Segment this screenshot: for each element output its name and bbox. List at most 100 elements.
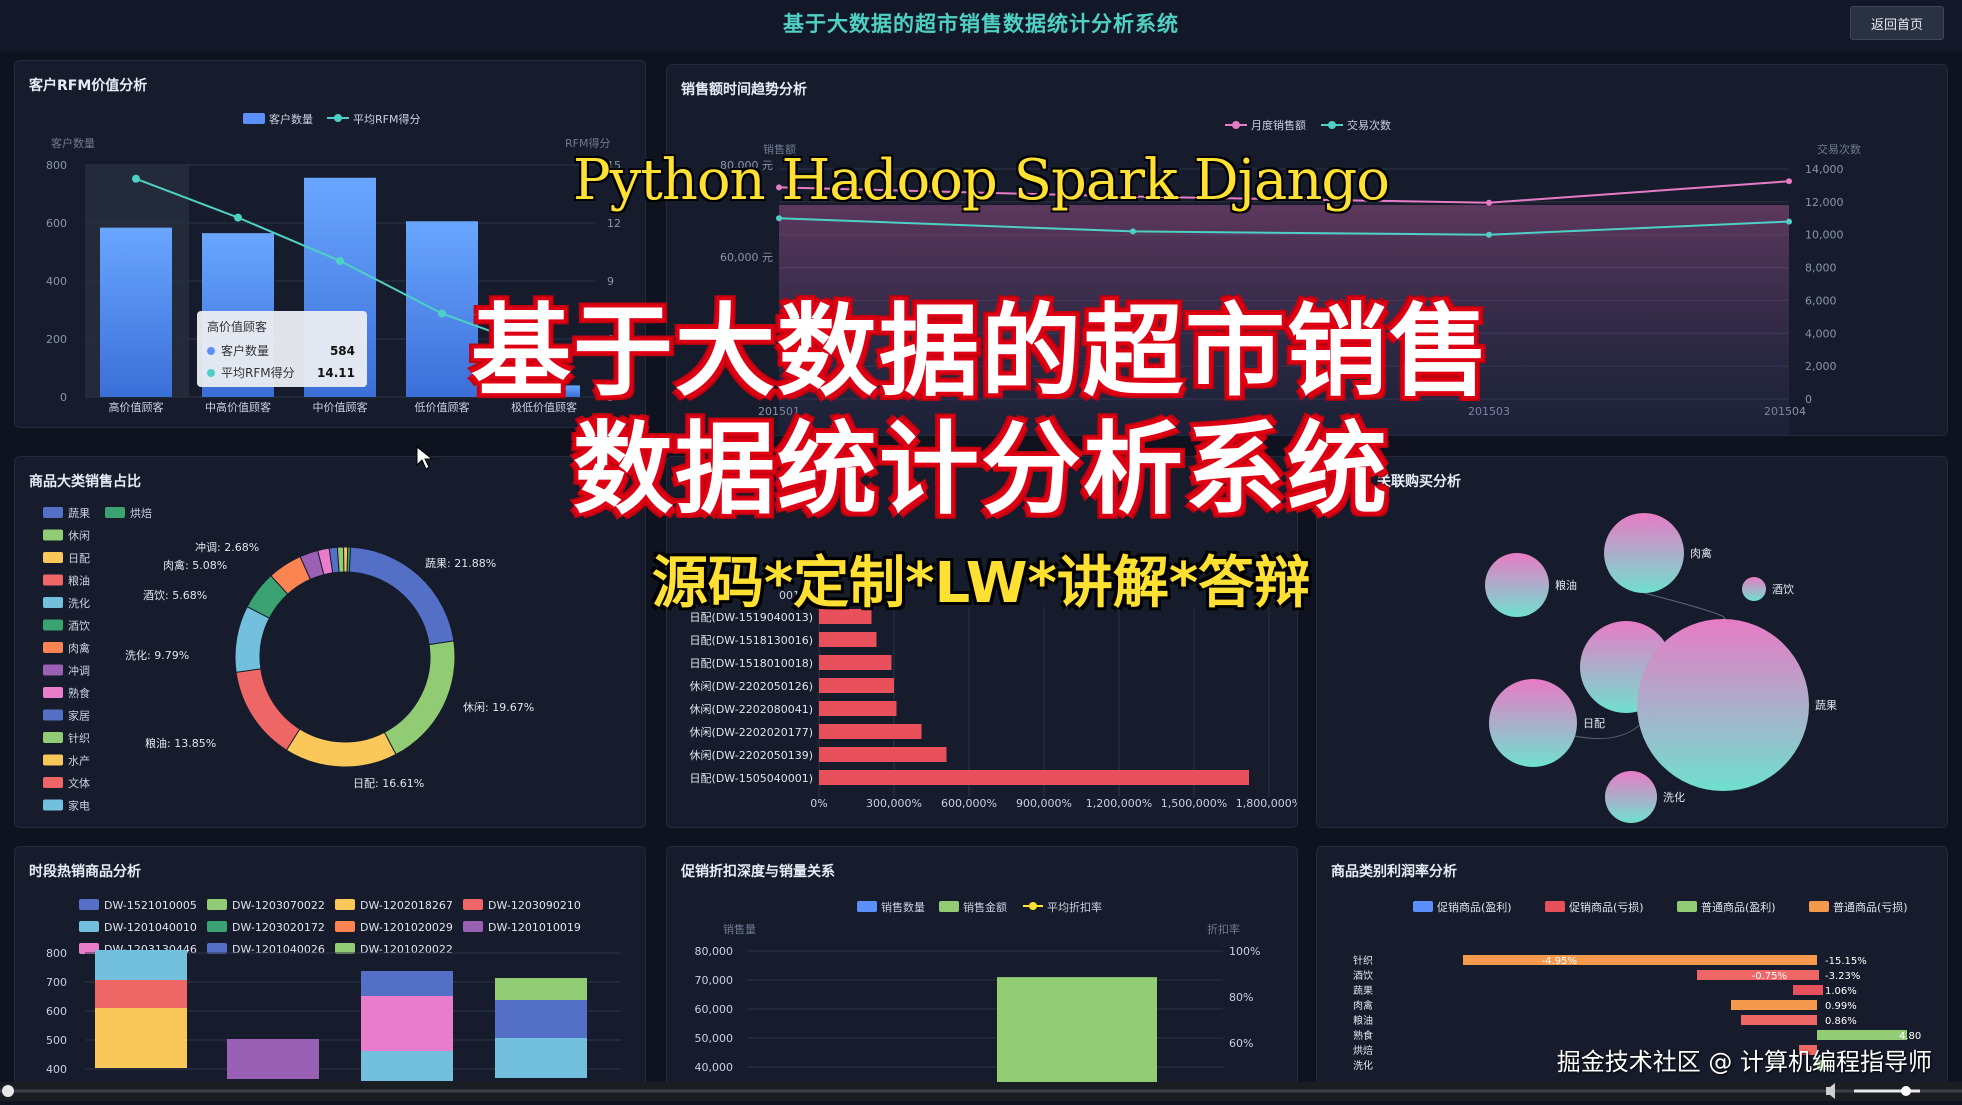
home-button[interactable]: 返回首页 [1850, 6, 1944, 40]
hot-bar-segment [495, 1000, 587, 1038]
bubble [1605, 771, 1657, 823]
transactions-point [776, 215, 782, 222]
product-label: 日配(DW-1518130016) [690, 634, 813, 647]
promo-axis-left-name: 销售量 [723, 922, 756, 936]
y-tick-left: 70,000 [695, 974, 734, 987]
transactions-point [1486, 231, 1492, 238]
profit-bar [1741, 1015, 1817, 1025]
legend-avg-discount[interactable]: 平均折扣率 [1047, 900, 1102, 914]
legend-swatch [207, 943, 227, 954]
hot-products-panel: 时段热销商品分析 DW-1521010005 DW-1203070022 DW-12… [14, 846, 646, 1086]
donut-label: 日配: 16.61% [353, 777, 424, 790]
legend-dot-rfm-score[interactable] [334, 114, 342, 122]
category-label: 洗化 [1353, 1059, 1373, 1072]
legend-sales-amount[interactable]: 销售金额 [963, 900, 1007, 914]
page-title: 基于大数据的超市销售数据统计分析系统 [783, 12, 1179, 36]
legend-label: 文体 [68, 776, 90, 790]
legend-label: DW-1203070022 [232, 899, 325, 912]
bubble-label: 洗化 [1663, 790, 1685, 804]
legend-swatch [335, 943, 355, 954]
promo-panel: 促销折扣深度与销量关系 销售数量 销售金额 平均折扣率 销售量 折扣率 80,0… [666, 846, 1298, 1086]
legend-label: 普通商品(盈利) [1701, 900, 1776, 914]
profit-value-label: 1.06% [1825, 986, 1857, 997]
video-controls [0, 1083, 1962, 1099]
legend-swatch [43, 777, 63, 788]
y-tick-left: 40,000 [695, 1061, 734, 1074]
hot-bar-segment [95, 980, 187, 1008]
watermark-text: 掘金技术社区 @ 计算机编程指导师 [1556, 1048, 1932, 1076]
hot-bar-segment [95, 1008, 187, 1068]
legend-label: DW-1201020029 [360, 921, 453, 934]
legend-customer-count[interactable]: 客户数量 [269, 112, 313, 126]
product-label: 日配(DW-1505040001) [690, 772, 813, 785]
legend-label: 针织 [68, 731, 90, 745]
y-tick-right: 100% [1229, 945, 1260, 958]
rfm-score-point [234, 213, 242, 222]
profit-value-label: -4.95% [1542, 956, 1577, 967]
overlay-tech-stack: Python Hadoop Spark Django [573, 148, 1390, 213]
legend-swatch-sales-amount[interactable] [939, 901, 959, 912]
volume-icon[interactable] [1826, 1083, 1835, 1099]
overlay-title-line2: 数据统计分析系统 [573, 411, 1389, 528]
hot-bar-segment [495, 978, 587, 1000]
legend-label: 水产 [68, 754, 90, 768]
legend-label: 肉禽 [68, 641, 90, 655]
transactions-point [1130, 228, 1136, 235]
category-label: 酒饮 [1353, 969, 1373, 982]
legend-label: DW-1201020022 [360, 943, 453, 956]
profit-bar [1817, 1030, 1907, 1040]
legend-label: DW-1201040026 [232, 943, 325, 956]
legend-monthly-sales[interactable]: 月度销售额 [1251, 118, 1306, 132]
legend-swatch [463, 921, 483, 932]
x-tick-label: 1,500,000% [1161, 797, 1227, 810]
dashboard-stage: 基于大数据的超市销售数据统计分析系统 返回首页 客户RFM价值分析 客户数量 平… [0, 0, 1962, 1101]
profit-value-label: -15.15% [1825, 956, 1867, 967]
donut-label: 洗化: 9.79% [125, 648, 189, 662]
category-label: 熟食 [1353, 1029, 1373, 1042]
legend-label: DW-1203020172 [232, 921, 325, 934]
legend-label: 促销商品(盈利) [1437, 900, 1512, 914]
profit-value-label: 0.99% [1825, 1001, 1857, 1012]
legend-label: 熟食 [68, 686, 90, 700]
legend-label: 促销商品(亏损) [1569, 900, 1644, 914]
y-tick-left: 600 [46, 217, 67, 230]
y-tick-left: 80,000 [695, 945, 734, 958]
progress-handle[interactable] [2, 1085, 14, 1097]
legend-swatch [1809, 901, 1829, 912]
volume-handle[interactable] [1901, 1086, 1911, 1096]
y-tick: 500 [46, 1034, 67, 1047]
category-label: 肉禽 [1353, 999, 1373, 1012]
category-label: 粮油 [1353, 1014, 1373, 1027]
transactions-point [1786, 218, 1792, 225]
bubble-label: 蔬果 [1815, 699, 1837, 712]
legend-dot-avg-discount[interactable] [1029, 902, 1037, 910]
legend-swatch [335, 899, 355, 910]
legend-dot-transactions[interactable] [1328, 121, 1336, 129]
sales-amount-bar [997, 977, 1157, 1085]
hot-bar-segment [361, 996, 453, 1051]
product-label: 日配(DW-1518010018) [690, 657, 813, 670]
category-label: 蔬果 [1353, 985, 1373, 997]
hot-bar-segment [95, 950, 187, 980]
donut-label: 粮油: 13.85% [145, 736, 216, 750]
product-label: 休闲(DW-2202050139) [690, 748, 813, 762]
donut-slice [235, 668, 301, 751]
legend-dot-monthly-sales[interactable] [1232, 121, 1240, 129]
y-tick: 800 [46, 947, 67, 960]
legend-transactions[interactable]: 交易次数 [1347, 118, 1391, 132]
hot-bar-segment [495, 1038, 587, 1078]
x-tick-label: 0% [810, 797, 827, 810]
legend-sales-qty[interactable]: 销售数量 [881, 900, 925, 914]
video-control-bar[interactable] [0, 1082, 1962, 1101]
legend-swatch [207, 899, 227, 910]
product-bar [819, 678, 894, 693]
legend-label: 家电 [68, 799, 90, 813]
donut-label: 休闲: 19.67% [463, 700, 534, 714]
profit-bar [1731, 1000, 1817, 1010]
legend-swatch [43, 709, 63, 721]
legend-swatch-customer-count[interactable] [243, 113, 265, 124]
legend-swatch-sales-qty[interactable] [857, 901, 877, 912]
y-tick-right: 10,000 [1805, 229, 1844, 242]
y-tick: 700 [46, 976, 67, 989]
legend-rfm-score[interactable]: 平均RFM得分 [353, 113, 420, 126]
